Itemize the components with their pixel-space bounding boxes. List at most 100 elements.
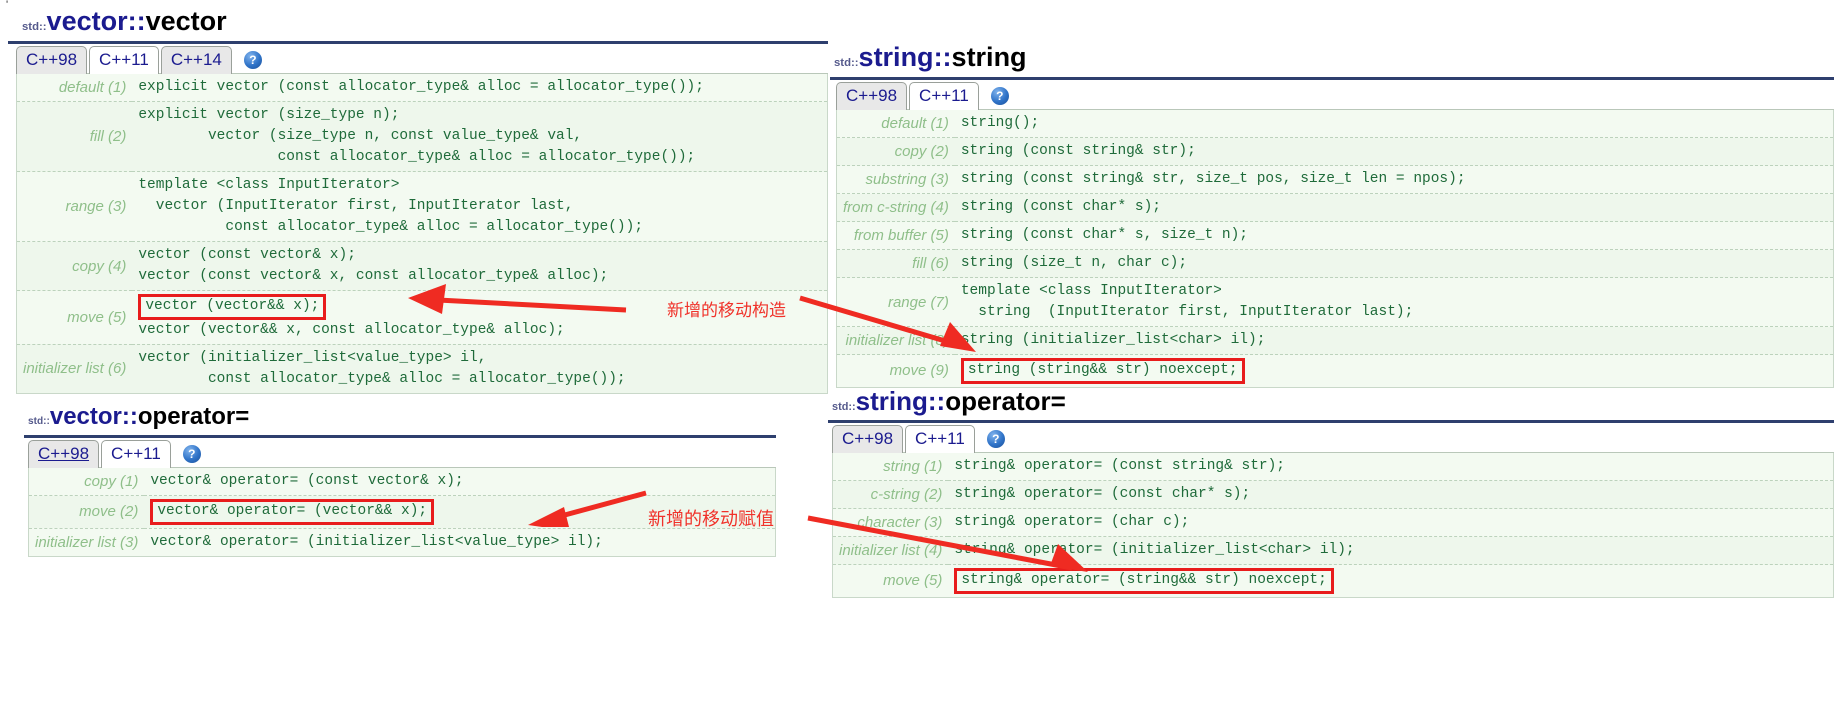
table-row: copy (1) vector& operator= (const vector… [28,468,776,496]
signature-table-string-assign: string (1) string& operator= (const stri… [832,453,1834,598]
table-row: copy (4) vector (const vector& x); vecto… [16,241,828,291]
title-class: string [858,42,934,72]
row-label: default (1) [58,79,127,96]
row-label: string (1) [883,458,943,475]
row-label: initializer list (6) [23,360,127,378]
title-namespace: std:: [28,416,50,427]
page-title-vector-ctor: std::vector::vector [22,8,828,35]
table-row: default (1) string(); [836,110,1834,138]
title-namespace: std:: [834,57,859,69]
page-title-vector-assign: std::vector::operator= [28,405,776,429]
tab-cpp98[interactable]: C++98 [836,81,908,110]
row-code-secondary: vector (vector&& x, const allocator_type… [138,321,565,338]
table-row-move: move (5) string& operator= (string&& str… [833,565,1834,598]
tabbar-string-ctor: C++98 C++11 ? [836,80,1834,110]
page-title-string-ctor: std::string::string [834,44,1834,71]
table-row: substring (3) string (const string& str,… [836,166,1834,194]
panel-vector-assignment: std::vector::operator= C++98 C++11 ? cop… [24,405,776,557]
panel-vector-constructor: std::vector::vector C++98 C++11 C++14 ? … [8,8,828,394]
help-icon[interactable]: ? [986,430,1005,448]
row-code: vector& operator= (const vector& x); [150,473,464,489]
row-code: string& operator= (initializer_list<char… [954,542,1355,559]
title-member: vector [145,6,227,36]
tabbar-string-assign: C++98 C++11 ? [832,423,1834,453]
panel-string-assignment: std::string::operator= C++98 C++11 ? str… [828,388,1834,598]
row-code: vector& operator= (vector&& x); [144,496,775,529]
table-row: c-string (2) string& operator= (const ch… [832,480,1834,509]
title-member: operator= [137,403,250,430]
title-member: string [951,42,1027,72]
table-row: from c-string (4) string (const char* s)… [836,193,1834,222]
highlight-move-assignment: string& operator= (string&& str) noexcep… [954,568,1334,594]
table-row-move: move (2) vector& operator= (vector&& x); [28,495,776,529]
table-row-move: move (5) vector (vector&& x); vector (vec… [16,291,828,345]
title-member: operator= [945,386,1066,416]
table-row: initializer list (8) string (initializer… [836,326,1834,355]
tab-cpp98[interactable]: C++98 [28,439,100,468]
row-label: fill (2) [89,128,127,146]
row-label: from buffer (5) [853,227,949,245]
row-label: substring (3) [865,171,949,189]
table-row: initializer list (6) vector (initializer… [16,344,828,394]
help-icon[interactable]: ? [990,87,1009,105]
title-class: vector [49,403,122,430]
row-label: copy (4) [72,257,127,275]
row-code: string(); [960,115,1040,131]
title-class: string [855,386,928,416]
row-label: c-string (2) [870,486,943,504]
table-row: fill (2) explicit vector (size_type n); … [16,101,828,172]
row-code: string (const string& str); [960,143,1196,160]
row-code: explicit vector (size_type n); vector (s… [138,107,696,166]
table-row: initializer list (3) vector& operator= (… [29,528,776,556]
row-label: fill (6) [912,255,949,273]
row-code: string& operator= (char c); [954,514,1190,531]
row-label: from c-string (4) [843,199,949,217]
row-label: move (5) [67,308,127,326]
row-label: initializer list (8) [845,332,949,350]
row-code: vector (const vector& x); vector (const … [138,247,609,285]
row-code: string (size_t n, char c); [960,255,1188,272]
tab-cpp11[interactable]: C++11 [909,81,979,110]
row-label: move (5) [883,572,943,590]
row-code: explicit vector (const allocator_type& a… [138,79,704,95]
signature-table-vector-ctor: default (1) explicit vector (const alloc… [16,74,828,394]
row-code: string (const char* s, size_t n); [960,227,1248,244]
help-icon[interactable]: ? [243,51,262,69]
title-class: vector [46,6,128,36]
row-label: initializer list (3) [35,533,139,551]
help-icon[interactable]: ? [182,445,201,463]
table-row-move: move (9) string (string&& str) noexcept; [837,355,1834,388]
highlight-move-assignment: vector& operator= (vector&& x); [150,499,435,525]
row-code: string (string&& str) noexcept; [955,355,1834,388]
highlight-move-constructor: string (string&& str) noexcept; [960,358,1245,384]
title-namespace: std:: [22,21,47,33]
table-row: default (1) explicit vector (const alloc… [16,74,828,102]
row-code: vector (initializer_list<value_type> il,… [138,349,626,387]
title-separator: :: [127,6,146,36]
row-label: move (9) [889,362,949,380]
title-separator: :: [121,403,138,430]
row-code: string (const string& str, size_t pos, s… [960,171,1466,188]
row-code: string& operator= (string&& str) noexcep… [948,565,1833,598]
tab-cpp14[interactable]: C++14 [160,45,232,74]
tabbar-vector-assign: C++98 C++11 ? [28,438,776,468]
row-code: vector& operator= (initializer_list<valu… [150,533,603,550]
table-row: from buffer (5) string (const char* s, s… [836,222,1834,250]
table-row: initializer list (4) string& operator= (… [832,536,1834,565]
table-row: string (1) string& operator= (const stri… [832,453,1834,481]
tab-cpp98[interactable]: C++98 [16,45,88,74]
row-label: character (3) [857,514,943,532]
tabbar-vector-ctor: C++98 C++11 C++14 ? [16,44,828,74]
tab-cpp98[interactable]: C++98 [832,424,904,453]
signature-table-string-ctor: default (1) string(); copy (2) string (c… [836,110,1834,388]
panel-string-constructor: std::string::string C++98 C++11 ? defaul… [830,44,1834,388]
table-row: character (3) string& operator= (char c)… [832,509,1834,537]
row-code: template <class InputIterator> string (I… [960,283,1414,321]
tab-cpp11[interactable]: C++11 [89,45,159,74]
signature-table-vector-assign: copy (1) vector& operator= (const vector… [28,468,776,557]
tab-cpp11[interactable]: C++11 [905,424,975,453]
title-separator: :: [927,386,946,416]
tab-cpp11[interactable]: C++11 [101,439,171,468]
highlight-move-constructor: vector (vector&& x); [138,294,327,320]
row-code: string (const char* s); [960,199,1161,216]
